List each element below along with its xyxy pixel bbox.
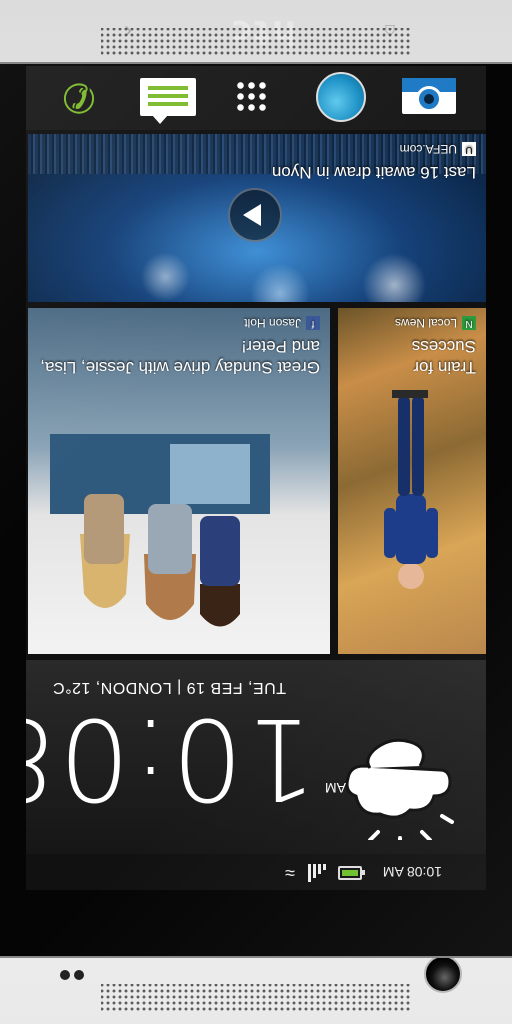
play-video-button[interactable] — [228, 188, 282, 242]
wifi-icon: ≈ — [285, 863, 295, 883]
app-dock: ✆ — [26, 66, 486, 130]
news-headline: Train for Success — [411, 337, 476, 377]
news-source: N Local News — [395, 316, 476, 330]
display-glass: 10:08 AM ≈ AM 10:0 TUE, FEB 19 | LONDON,… — [0, 12, 512, 958]
signal-icon — [306, 864, 326, 882]
social-source: f Jason Holt — [244, 316, 320, 330]
cloudy-sun-icon — [345, 738, 454, 840]
status-time: 10:08 AM — [382, 864, 442, 880]
sports-source-name: UEFA.com — [399, 142, 457, 156]
runner-photo — [384, 390, 438, 589]
sports-tile[interactable]: Last 16 await draw in Nyon U UEFA.com — [28, 134, 486, 302]
light-sensor — [60, 970, 70, 980]
phone-icon[interactable]: ✆ — [56, 74, 110, 122]
uefa-logo-icon: U — [462, 142, 476, 156]
battery-icon — [338, 866, 362, 880]
friends-photo — [50, 434, 270, 627]
social-tile[interactable]: Great Sunday drive with Jessie, Lisa, an… — [28, 308, 330, 654]
bottom-speaker — [101, 28, 411, 56]
social-source-name: Jason Holt — [244, 316, 301, 330]
sports-headline: Last 16 await draw in Nyon — [271, 163, 476, 182]
clock-time: 10:08 — [26, 693, 316, 823]
clock-date-location: TUE, FEB 19 | LONDON, 12°C — [52, 679, 286, 696]
proximity-sensor — [74, 970, 84, 980]
local-news-logo-icon: N — [462, 316, 476, 330]
home-screen: 10:08 AM ≈ AM 10:0 TUE, FEB 19 | LONDON,… — [26, 66, 486, 890]
messages-icon[interactable] — [140, 74, 196, 122]
news-source-name: Local News — [394, 316, 457, 330]
phone-device: 10:08 AM ≈ AM 10:0 TUE, FEB 19 | LONDON,… — [0, 0, 512, 1024]
status-bar[interactable]: 10:08 AM ≈ — [26, 854, 486, 890]
news-tile[interactable]: Train for Success N Local News — [338, 308, 486, 654]
clock-weather-widget[interactable]: AM 10:08 TUE, FEB 19 | LONDON, 12°C — [26, 660, 486, 854]
camera-icon[interactable] — [402, 74, 456, 122]
sports-source: U UEFA.com — [400, 142, 476, 156]
earpiece-speaker — [101, 984, 411, 1012]
browser-icon[interactable] — [314, 72, 368, 122]
facebook-icon: f — [306, 316, 320, 330]
social-headline: Great Sunday drive with Jessie, Lisa, an… — [40, 337, 320, 377]
clock-ampm: AM — [325, 780, 346, 796]
apps-icon[interactable] — [226, 74, 280, 122]
front-camera — [424, 955, 462, 993]
